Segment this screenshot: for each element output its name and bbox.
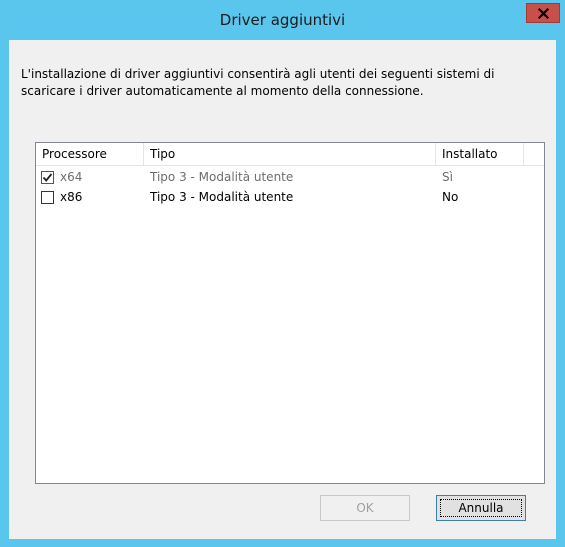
list-item[interactable]: x64 Tipo 3 - Modalità utente Sì [36,167,544,187]
checkbox-x64[interactable] [41,171,54,184]
list-item[interactable]: x86 Tipo 3 - Modalità utente No [36,187,544,207]
checkbox-x86[interactable] [41,191,54,204]
description-text: L'installazione di driver aggiuntivi con… [21,67,495,98]
dialog-window: Driver aggiuntivi L'installazione di dri… [0,0,565,547]
dialog-body: L'installazione di driver aggiuntivi con… [9,40,556,539]
window-title: Driver aggiuntivi [219,11,346,29]
cell-installed: Sì [442,170,453,184]
cancel-button[interactable]: Annulla [436,495,526,521]
cell-processor: x86 [60,190,83,204]
checkmark-icon [42,173,53,182]
list-header: Processore Tipo Installato [36,143,544,166]
cell-type: Tipo 3 - Modalità utente [150,190,294,204]
column-header-type[interactable]: Tipo [144,143,436,165]
ok-button[interactable]: OK [320,495,410,521]
title-bar[interactable]: Driver aggiuntivi [0,0,565,40]
column-header-installed[interactable]: Installato [436,143,524,165]
cell-processor: x64 [60,170,83,184]
cell-installed: No [442,190,459,204]
drivers-list[interactable]: Processore Tipo Installato x64 Tipo 3 - … [35,142,545,484]
cell-type: Tipo 3 - Modalità utente [150,170,294,184]
focus-rectangle [440,499,522,517]
column-header-processor[interactable]: Processore [36,143,144,165]
close-button[interactable] [526,3,560,23]
close-icon [537,7,549,19]
